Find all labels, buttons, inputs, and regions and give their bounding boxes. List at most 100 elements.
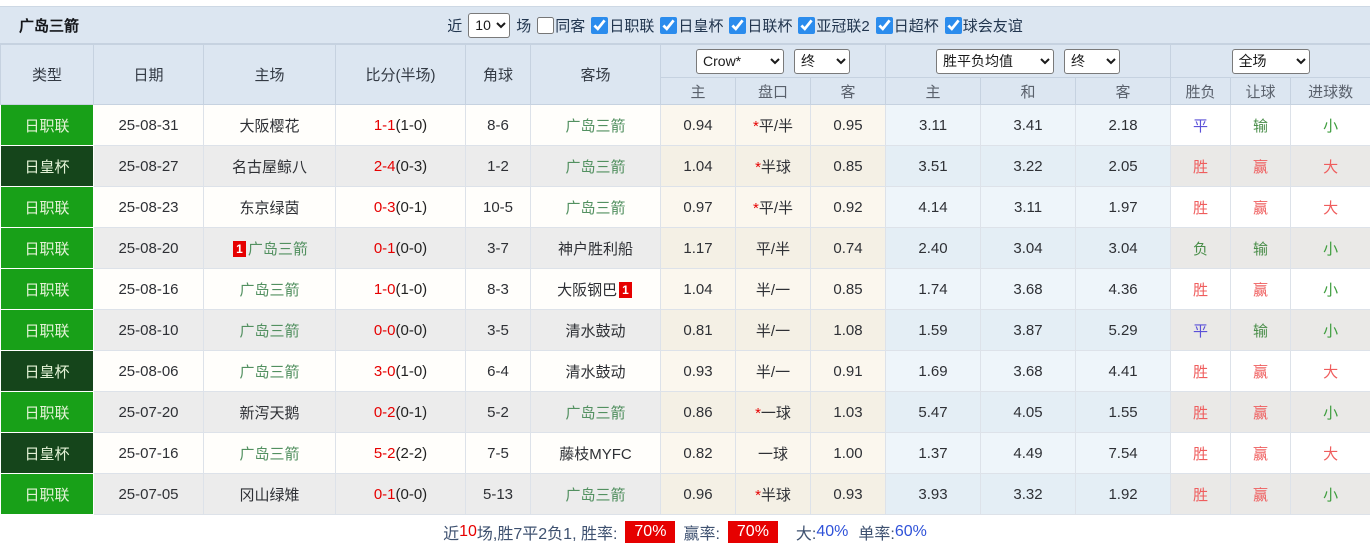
competition-filter: 日职联 <box>585 15 654 36</box>
avg-home-cell: 4.14 <box>886 187 981 228</box>
date-cell: 25-07-16 <box>94 433 204 474</box>
home-team-name: 广岛三箭 <box>248 241 308 258</box>
single-rate-value: 60% <box>895 523 927 541</box>
halftime-score: (1-0) <box>396 363 428 380</box>
sub-header-goals-result: 进球数 <box>1291 78 1370 105</box>
odds-time-select[interactable]: 终 <box>794 49 850 74</box>
scope-select[interactable]: 全场 <box>1232 49 1310 74</box>
halftime-score: (0-1) <box>396 199 428 216</box>
goals-result-cell: 大 <box>1291 187 1370 228</box>
summary-bar: 近10场,胜7平2负1, 胜率: 70% 赢率: 70% 大:40% 单率:60… <box>0 515 1370 548</box>
handicap-cell: 半/一 <box>736 269 811 310</box>
result-cell: 胜 <box>1171 269 1231 310</box>
avg-draw-cell: 3.87 <box>981 310 1076 351</box>
competition-label: 亚冠联2 <box>816 15 869 36</box>
result-group-header: 全场 <box>1171 45 1370 78</box>
competition-label: 日职联 <box>609 15 654 36</box>
home-team-name: 新泻天鹅 <box>239 405 299 422</box>
home-odds-cell: 0.96 <box>661 474 736 515</box>
fulltime-score: 5-2 <box>374 445 396 462</box>
date-cell: 25-08-16 <box>94 269 204 310</box>
corner-cell: 7-5 <box>466 433 531 474</box>
handicap-text: 一球 <box>761 405 791 422</box>
avg-home-cell: 5.47 <box>886 392 981 433</box>
handicap-result-cell: 输 <box>1231 105 1291 146</box>
competition-label: 球会友谊 <box>963 15 1023 36</box>
col-header-away: 客场 <box>531 45 661 105</box>
away-odds-cell: 0.91 <box>811 351 886 392</box>
competition-checkbox[interactable] <box>660 17 677 34</box>
result-cell: 负 <box>1171 228 1231 269</box>
competition-filter: 球会友谊 <box>939 15 1023 36</box>
avg-away-cell: 1.97 <box>1076 187 1171 228</box>
sub-header-avg-draw: 和 <box>981 78 1076 105</box>
sub-header-odds-away: 客 <box>811 78 886 105</box>
halftime-score: (1-0) <box>396 281 428 298</box>
odds-company-select[interactable]: Crow* <box>696 49 784 74</box>
competition-filter: 日超杯 <box>870 15 939 36</box>
away-team-cell: 清水鼓动 <box>531 351 661 392</box>
away-team-name: 广岛三箭 <box>565 405 625 422</box>
home-team-cell: 新泻天鹅 <box>204 392 336 433</box>
competition-label: 日超杯 <box>894 15 939 36</box>
sub-header-avg-home: 主 <box>886 78 981 105</box>
away-team-name: 清水鼓动 <box>565 323 625 340</box>
avg-away-cell: 1.55 <box>1076 392 1171 433</box>
avg-away-cell: 7.54 <box>1076 433 1171 474</box>
home-team-name: 广岛三箭 <box>239 446 299 463</box>
home-team-cell: 1广岛三箭 <box>204 228 336 269</box>
handicap-rate-badge: 70% <box>728 521 778 543</box>
filter-bar: 广岛三箭 近 10 场 同客 日职联日皇杯日联杯亚冠联2日超杯球会友谊 <box>0 6 1370 44</box>
handicap-result-cell: 赢 <box>1231 392 1291 433</box>
page-title: 广岛三箭 <box>19 15 79 36</box>
avg-home-cell: 2.40 <box>886 228 981 269</box>
away-odds-cell: 1.03 <box>811 392 886 433</box>
date-cell: 25-08-10 <box>94 310 204 351</box>
avg-draw-cell: 3.22 <box>981 146 1076 187</box>
col-header-corner: 角球 <box>466 45 531 105</box>
corner-cell: 10-5 <box>466 187 531 228</box>
competition-label: 日联杯 <box>747 15 792 36</box>
handicap-result-cell: 赢 <box>1231 187 1291 228</box>
recent-count-select[interactable]: 10 <box>468 13 510 38</box>
away-odds-cell: 1.00 <box>811 433 886 474</box>
avg-type-select[interactable]: 胜平负均值 <box>936 49 1054 74</box>
league-type-cell: 日职联 <box>1 310 94 351</box>
home-odds-cell: 1.04 <box>661 146 736 187</box>
home-team-name: 大阪樱花 <box>239 118 299 135</box>
fulltime-score: 0-0 <box>374 322 396 339</box>
summary-record-text: 场,胜7平2负1, 胜率: <box>477 520 617 544</box>
handicap-result-cell: 赢 <box>1231 351 1291 392</box>
avg-away-cell: 1.92 <box>1076 474 1171 515</box>
handicap-text: 半/一 <box>756 323 790 340</box>
away-team-name: 藤枝MYFC <box>559 446 632 463</box>
avg-draw-cell: 4.05 <box>981 392 1076 433</box>
handicap-rate-label: 赢率: <box>683 520 719 544</box>
competition-checkbox[interactable] <box>945 17 962 34</box>
sub-header-avg-away: 客 <box>1076 78 1171 105</box>
avg-away-cell: 5.29 <box>1076 310 1171 351</box>
fulltime-score: 1-1 <box>374 117 396 134</box>
away-team-cell: 广岛三箭 <box>531 146 661 187</box>
competition-checkbox[interactable] <box>591 17 608 34</box>
competition-checkbox[interactable] <box>729 17 746 34</box>
competition-checkbox[interactable] <box>798 17 815 34</box>
fulltime-score: 0-1 <box>374 486 396 503</box>
same-venue-checkbox[interactable] <box>537 17 554 34</box>
competition-filter-list: 日职联日皇杯日联杯亚冠联2日超杯球会友谊 <box>585 15 1022 36</box>
away-team-name: 广岛三箭 <box>565 118 625 135</box>
handicap-result-cell: 输 <box>1231 310 1291 351</box>
goals-result-cell: 小 <box>1291 228 1370 269</box>
handicap-cell: *平/半 <box>736 187 811 228</box>
avg-time-select[interactable]: 终 <box>1064 49 1120 74</box>
corner-cell: 8-3 <box>466 269 531 310</box>
home-team-cell: 东京绿茵 <box>204 187 336 228</box>
home-team-cell: 广岛三箭 <box>204 351 336 392</box>
goals-result-cell: 小 <box>1291 392 1370 433</box>
goals-result-cell: 大 <box>1291 351 1370 392</box>
competition-filter: 日联杯 <box>723 15 792 36</box>
match-stats-page: 广岛三箭 近 10 场 同客 日职联日皇杯日联杯亚冠联2日超杯球会友谊 类型 日… <box>0 0 1370 548</box>
competition-checkbox[interactable] <box>876 17 893 34</box>
date-cell: 25-08-27 <box>94 146 204 187</box>
match-table: 类型 日期 主场 比分(半场) 角球 客场 Crow* 终 <box>0 44 1370 515</box>
